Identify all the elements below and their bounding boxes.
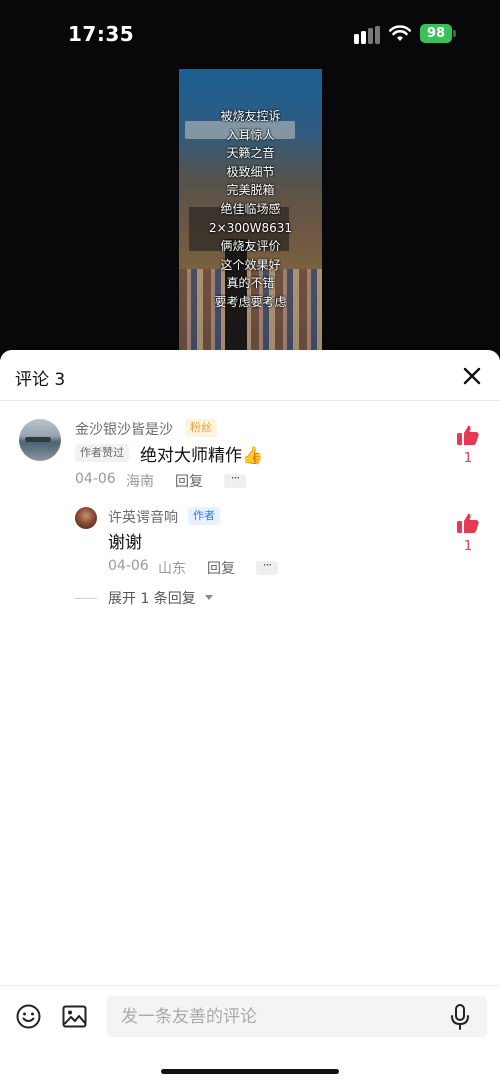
overlay-line: 俩烧友评价 bbox=[220, 239, 281, 254]
sheet-title: 评论 3 bbox=[15, 370, 66, 390]
overlay-line: 完美脱箱 bbox=[226, 183, 275, 198]
video-overlay-text: 被烧友控诉 入耳惊人 天籁之音 极致细节 完美脱箱 绝佳临场感 2×300W86… bbox=[179, 107, 322, 312]
overlay-line: 被烧友控诉 bbox=[220, 109, 281, 123]
more-options-button[interactable]: ··· bbox=[256, 559, 278, 575]
chevron-down-icon bbox=[205, 595, 213, 600]
overlay-line: 绝佳临场感 bbox=[220, 201, 281, 216]
comment-date: 04-06 bbox=[75, 471, 116, 487]
comment-input[interactable] bbox=[107, 996, 487, 1037]
comment-text: 绝对大师精作👍 bbox=[140, 446, 264, 466]
thumbs-up-icon bbox=[457, 425, 479, 445]
wifi-icon bbox=[389, 25, 411, 41]
video-thumbnail[interactable]: 被烧友控诉 入耳惊人 天籁之音 极致细节 完美脱箱 绝佳临场感 2×300W86… bbox=[179, 69, 322, 350]
comment-location: 山东 bbox=[158, 561, 186, 577]
like-button[interactable]: 1 bbox=[456, 513, 480, 554]
battery-icon: 98 bbox=[420, 24, 456, 43]
comments-sheet: 评论 3 金沙银沙皆是沙 粉丝 作者赞过 绝对大师精作👍 04-06 海南 回复… bbox=[0, 350, 500, 1083]
overlay-line: 极致细节 bbox=[226, 164, 275, 179]
overlay-line: 2×300W8631 bbox=[209, 220, 292, 235]
comment-location: 海南 bbox=[126, 474, 154, 490]
reply-button[interactable]: 回复 bbox=[175, 471, 203, 491]
author-liked-badge: 作者赞过 bbox=[75, 444, 129, 462]
battery-level: 98 bbox=[420, 24, 452, 43]
thumbs-up-icon bbox=[457, 513, 479, 533]
overlay-line: 要考虑要考虑 bbox=[214, 294, 287, 309]
fan-badge: 粉丝 bbox=[185, 419, 217, 437]
status-time: 17:35 bbox=[68, 22, 135, 46]
status-bar: 17:35 98 bbox=[0, 0, 500, 68]
reply-button[interactable]: 回复 bbox=[207, 558, 235, 578]
avatar[interactable] bbox=[19, 419, 61, 461]
like-count: 1 bbox=[463, 539, 473, 554]
sheet-header: 评论 3 bbox=[0, 350, 500, 401]
overlay-line: 这个效果好 bbox=[220, 257, 281, 272]
more-options-button[interactable]: ··· bbox=[224, 472, 246, 488]
video-area: 17:35 98 被烧友控诉 入耳惊人 天籁之音 极致细节 完美脱箱 绝佳临场感 bbox=[0, 0, 500, 360]
close-icon[interactable] bbox=[460, 364, 484, 388]
comment-text: 谢谢 bbox=[108, 533, 142, 553]
overlay-line: 天籁之音 bbox=[226, 146, 275, 161]
comment-input-bar bbox=[0, 985, 500, 1083]
like-button[interactable]: 1 bbox=[456, 425, 480, 466]
overlay-line: 真的不错 bbox=[226, 276, 275, 291]
image-icon[interactable] bbox=[62, 1004, 87, 1029]
signal-icon bbox=[354, 26, 380, 44]
divider bbox=[75, 598, 97, 599]
avatar[interactable] bbox=[75, 507, 97, 529]
comment-username[interactable]: 金沙银沙皆是沙 bbox=[75, 419, 173, 439]
mic-icon[interactable] bbox=[449, 1004, 471, 1030]
expand-replies-label: 展开 1 条回复 bbox=[108, 591, 196, 607]
comment-date: 04-06 bbox=[108, 558, 149, 574]
comment-username[interactable]: 许英谔音响 bbox=[108, 507, 178, 527]
author-badge: 作者 bbox=[188, 507, 220, 525]
home-indicator bbox=[161, 1069, 339, 1074]
overlay-line: 入耳惊人 bbox=[226, 127, 275, 142]
emoji-icon[interactable] bbox=[16, 1004, 41, 1029]
like-count: 1 bbox=[463, 451, 473, 466]
